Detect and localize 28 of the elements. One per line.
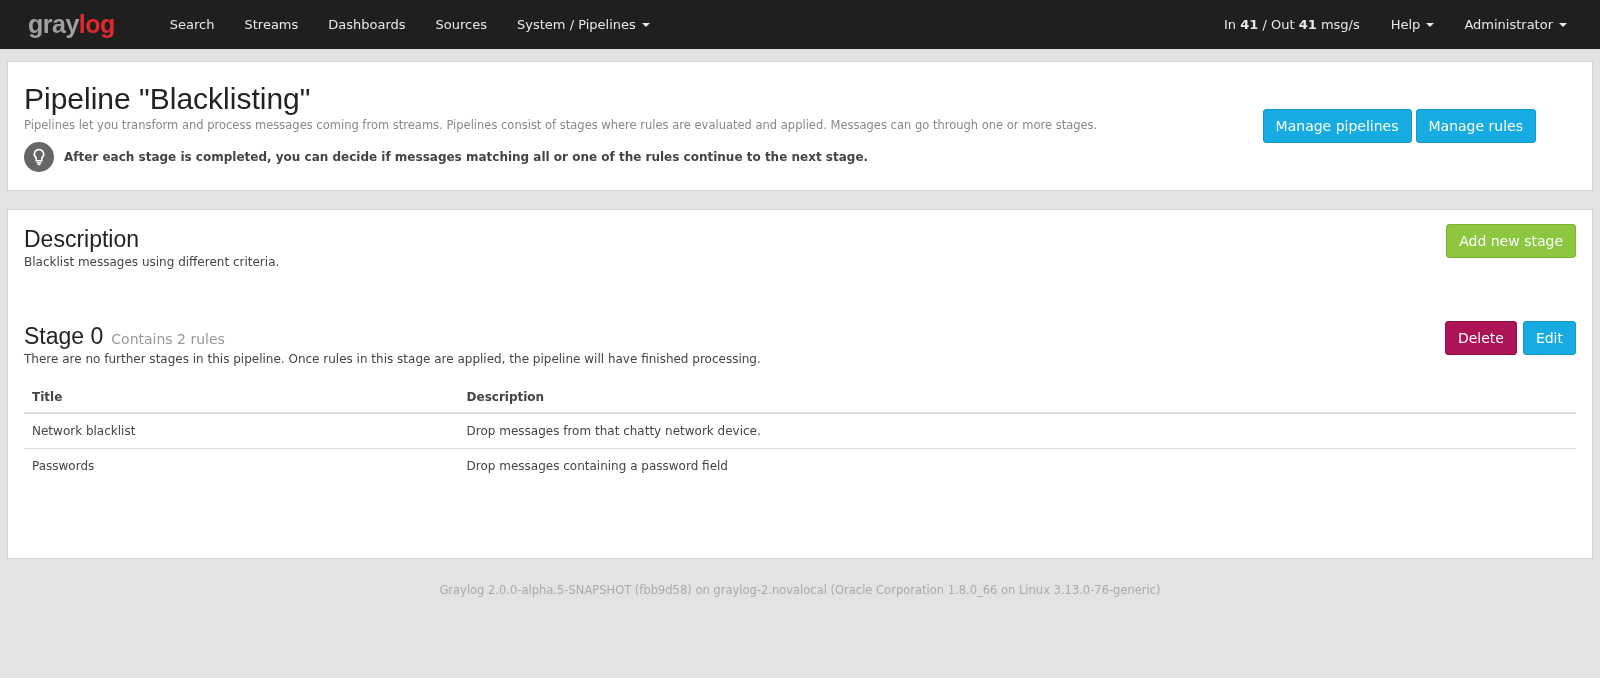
caret-icon [1426,22,1435,27]
caret-icon [641,22,650,27]
table-cell: Passwords [24,448,459,483]
column-header: Title [24,382,459,413]
nav-link[interactable]: Streams [229,17,314,32]
nav-link[interactable]: Search [154,17,230,32]
stage-description: There are no further stages in this pipeline. Once rules in this stage are applied, the pipeline will have finished processing. [24,352,761,366]
table-cell: Drop messages containing a password field [458,448,1576,483]
nav-link[interactable]: Dashboards [313,17,421,32]
table-cell: Drop messages from that chatty network device. [458,413,1576,449]
nav-link[interactable]: Sources [420,17,503,32]
page-description: Pipelines let you transform and process messages coming from streams. Pipelines consist of stages where rules are evaluated and applied. Messages can go through one or more stages. [24,118,1099,132]
nav-link[interactable]: System / Pipelines [502,17,665,32]
section-title: Description [24,226,141,253]
stage-button[interactable]: Delete [1444,321,1517,355]
table-cell: Network blacklist [24,413,459,449]
description-text: Blacklist messages using different criteria. [24,255,280,269]
nav-link[interactable]: Administrator [1449,17,1582,32]
column-header: Description [458,382,1576,413]
lightbulb-icon [24,142,54,172]
throughput-text: In 41 / Out 41 msg/s [1224,17,1360,32]
stage-title: Stage 0 [24,323,104,350]
caret-icon [1559,22,1567,27]
graylog-logo[interactable]: graylog [28,10,115,39]
tip-text: After each stage is completed, you can decide if messages matching all or one of the rules continue to the next stage. [64,150,869,164]
rule-count: Contains 2 rules [111,331,225,347]
nav-link[interactable]: Help [1375,17,1450,32]
page-title: Pipeline "Blacklisting" [24,82,312,116]
